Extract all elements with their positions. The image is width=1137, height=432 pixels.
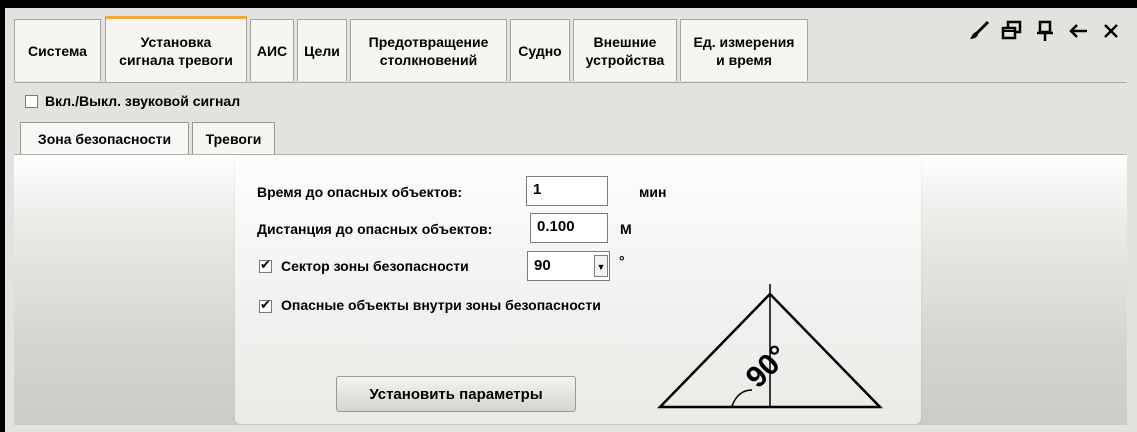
tab-system[interactable]: Система — [14, 19, 101, 81]
distance-label: Дистанция до опасных объектов: — [257, 221, 493, 237]
safety-sector-diagram: 90° — [657, 284, 883, 409]
sector-select-value: 90 — [534, 257, 551, 274]
settings-window: Система Установка сигнала тревоги АИС Це… — [0, 0, 1137, 432]
sound-checkbox[interactable] — [25, 94, 38, 108]
back-arrow-icon[interactable] — [1067, 20, 1089, 48]
chevron-down-icon[interactable]: ▼ — [594, 255, 608, 277]
sector-unit: ° — [619, 253, 625, 269]
time-label: Время до опасных объектов: — [257, 184, 463, 200]
sector-label: Сектор зоны безопасности — [281, 258, 469, 274]
sound-toggle[interactable]: Вкл./Выкл. звуковой сигнал — [25, 93, 240, 109]
tab-alarms[interactable]: Тревоги — [192, 122, 275, 154]
sector-checkbox[interactable] — [259, 257, 272, 273]
sound-toggle-label: Вкл./Выкл. звуковой сигнал — [45, 93, 241, 109]
close-icon[interactable] — [1100, 20, 1122, 48]
inside-zone-label: Опасные объекты внутри зоны безопасности — [281, 297, 601, 313]
tab-alarm-settings[interactable]: Установка сигнала тревоги — [105, 16, 247, 82]
tab-ais[interactable]: АИС — [250, 19, 294, 81]
time-unit: мин — [639, 184, 667, 200]
tab-units-time[interactable]: Ед. измерения и время — [680, 19, 808, 81]
pin-icon[interactable] — [1034, 20, 1056, 48]
sector-angle-label: 90° — [740, 339, 795, 394]
tab-external-devices[interactable]: Внешние устройства — [573, 19, 677, 81]
inside-zone-checkbox[interactable] — [259, 297, 272, 313]
tab-vessel[interactable]: Судно — [510, 19, 570, 81]
tab-safety-zone[interactable]: Зона безопасности — [20, 122, 189, 154]
sector-select[interactable]: 90 ▼ — [527, 251, 610, 281]
tab-bar-divider — [14, 82, 1127, 83]
window-frame-top — [0, 0, 1137, 8]
apply-settings-button[interactable]: Установить параметры — [336, 376, 576, 412]
tab-targets[interactable]: Цели — [297, 19, 347, 81]
restore-window-icon[interactable] — [1001, 20, 1023, 48]
tab-collision-avoidance[interactable]: Предотвращение столкновений — [350, 19, 507, 81]
distance-input[interactable]: 0.100 — [530, 213, 608, 243]
distance-unit: М — [620, 221, 632, 237]
brush-icon[interactable] — [968, 20, 990, 48]
time-input[interactable]: 1 — [526, 176, 608, 206]
